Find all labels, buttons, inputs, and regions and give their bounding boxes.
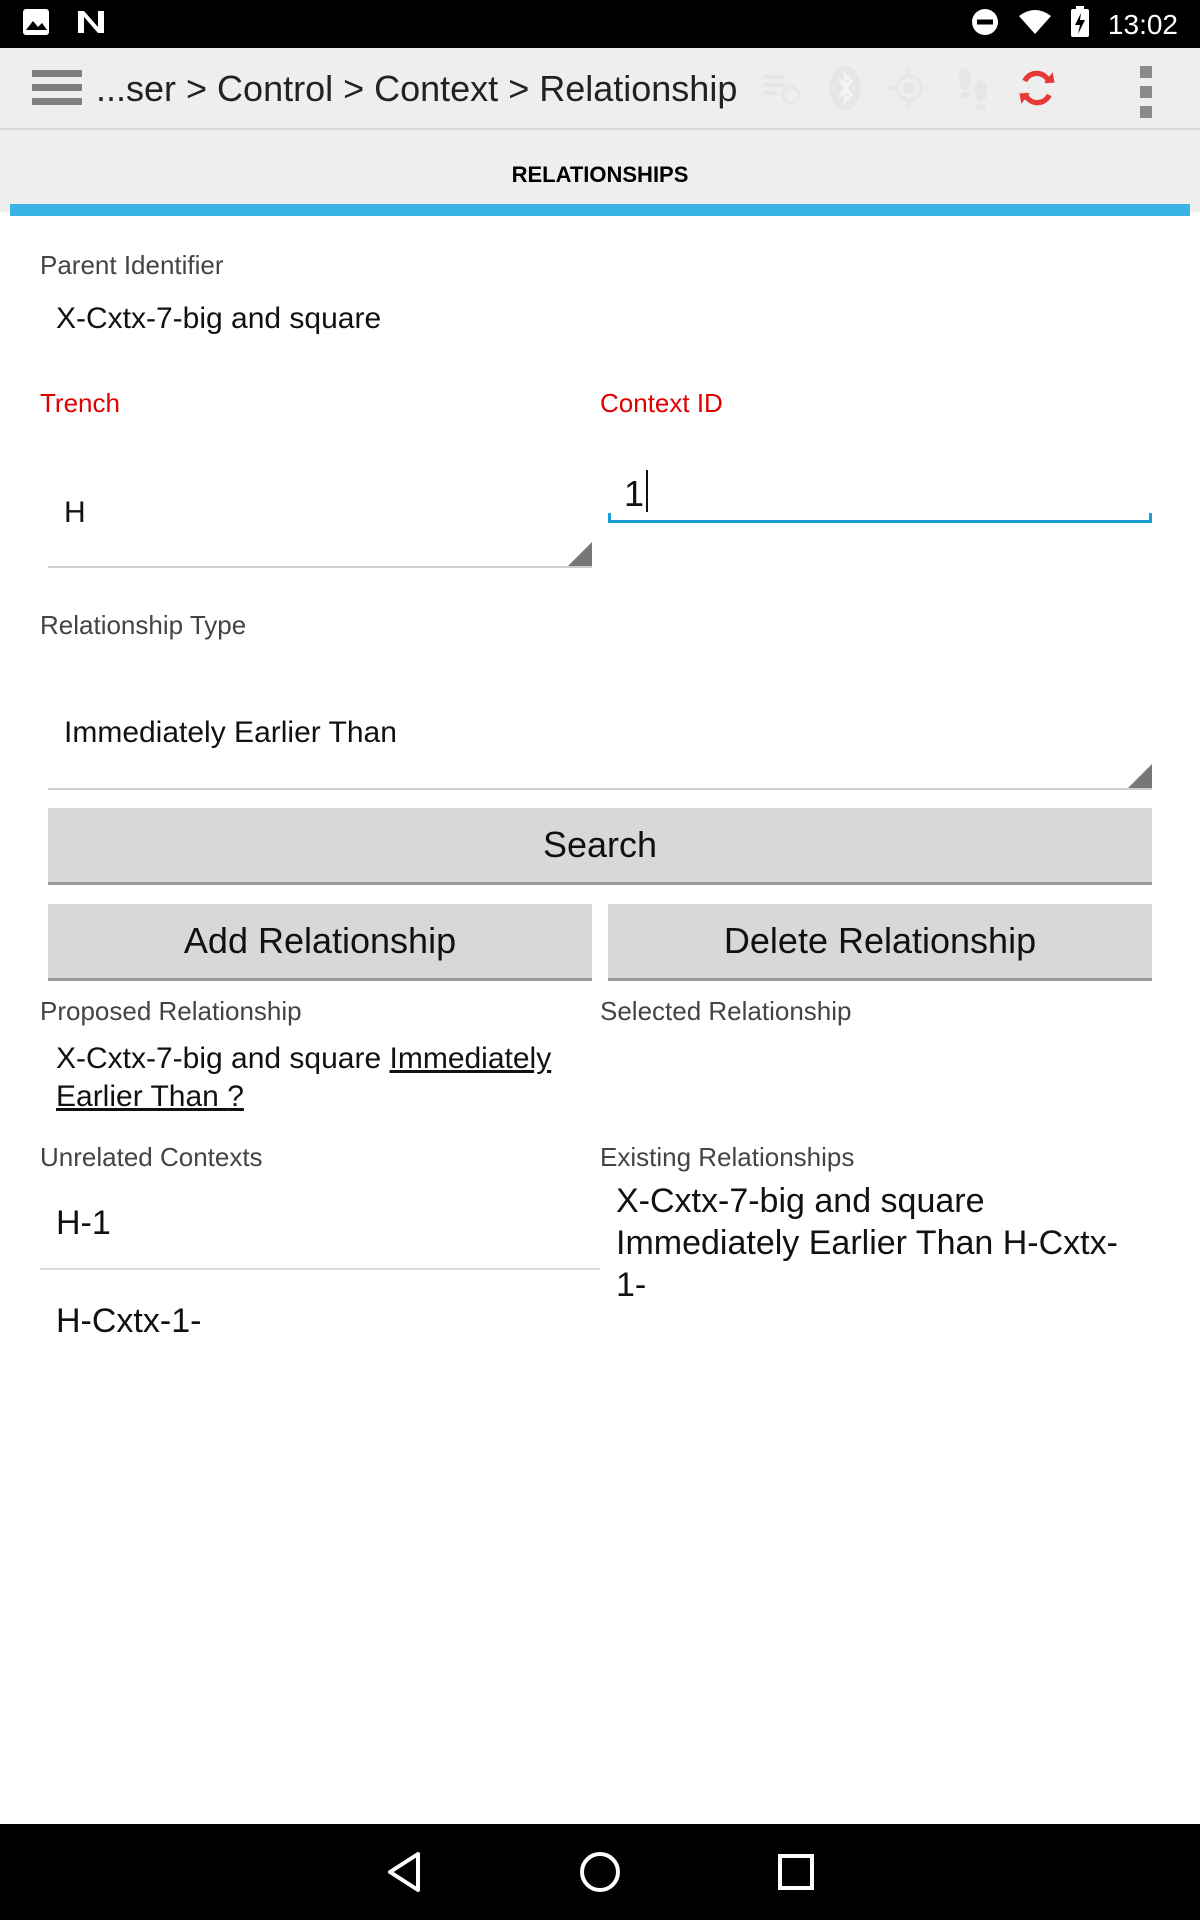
trench-value: H <box>64 496 86 529</box>
refresh-icon[interactable] <box>1016 64 1058 112</box>
list-item[interactable]: H-1 <box>56 1204 616 1243</box>
relationship-type-label: Relationship Type <box>40 610 247 640</box>
relationship-type-spinner[interactable]: Immediately Earlier Than <box>48 672 1152 790</box>
action-bar: ...ser > Control > Context > Relationshi… <box>0 48 1200 130</box>
trench-spinner[interactable]: H <box>48 450 592 568</box>
footsteps-icon[interactable] <box>952 64 994 112</box>
context-id-value: 1 <box>624 473 645 514</box>
context-id-label: Context ID <box>600 388 723 418</box>
menu-icon[interactable] <box>32 70 82 110</box>
parent-identifier-label: Parent Identifier <box>40 250 224 280</box>
selected-relationship-label: Selected Relationship <box>600 996 852 1026</box>
divider <box>40 1268 600 1270</box>
proposed-target-link[interactable]: ? <box>227 1080 244 1113</box>
parent-identifier-value: X-Cxtx-7-big and square <box>56 302 382 335</box>
recents-icon[interactable] <box>772 1848 820 1896</box>
do-not-disturb-icon <box>970 7 1000 42</box>
n-logo-icon <box>76 9 106 40</box>
battery-charging-icon <box>1070 6 1090 43</box>
delete-relationship-button[interactable]: Delete Relationship <box>608 904 1152 981</box>
tab-indicator <box>10 204 1190 216</box>
text-cursor <box>646 470 649 512</box>
existing-relationship-item[interactable]: X-Cxtx-7-big and square Immediately Earl… <box>616 1180 1136 1306</box>
dropdown-arrow-icon <box>568 542 592 566</box>
sync-list-icon[interactable] <box>760 64 802 112</box>
breadcrumb: ...ser > Control > Context > Relationshi… <box>96 68 738 109</box>
add-relationship-button[interactable]: Add Relationship <box>48 904 592 981</box>
existing-relationships-label: Existing Relationships <box>600 1142 855 1172</box>
wifi-icon <box>1018 8 1052 41</box>
trench-label: Trench <box>40 388 120 418</box>
home-icon[interactable] <box>576 1848 624 1896</box>
proposed-parent: X-Cxtx-7-big and square <box>56 1042 390 1075</box>
proposed-relationship-label: Proposed Relationship <box>40 996 302 1026</box>
overflow-menu-icon[interactable] <box>1140 66 1152 126</box>
status-time: 13:02 <box>1107 8 1178 40</box>
bluetooth-icon[interactable] <box>824 64 866 112</box>
list-item[interactable]: H-Cxtx-1- <box>56 1302 616 1341</box>
tab-relationships[interactable]: RELATIONSHIPS <box>10 130 1190 212</box>
unrelated-contexts-label: Unrelated Contexts <box>40 1142 263 1172</box>
dropdown-arrow-icon <box>1128 764 1152 788</box>
gps-icon[interactable] <box>888 64 930 112</box>
relationship-type-value: Immediately Earlier Than <box>64 716 397 749</box>
search-button[interactable]: Search <box>48 808 1152 885</box>
context-id-field[interactable]: 1 <box>608 450 1152 523</box>
image-icon <box>22 8 50 41</box>
status-bar: 13:02 <box>0 0 1200 48</box>
navigation-bar <box>0 1824 1200 1920</box>
tab-bar: RELATIONSHIPS <box>0 130 1200 212</box>
back-icon[interactable] <box>380 1848 428 1896</box>
proposed-relationship-text: X-Cxtx-7-big and square Immediately Earl… <box>56 1040 596 1116</box>
